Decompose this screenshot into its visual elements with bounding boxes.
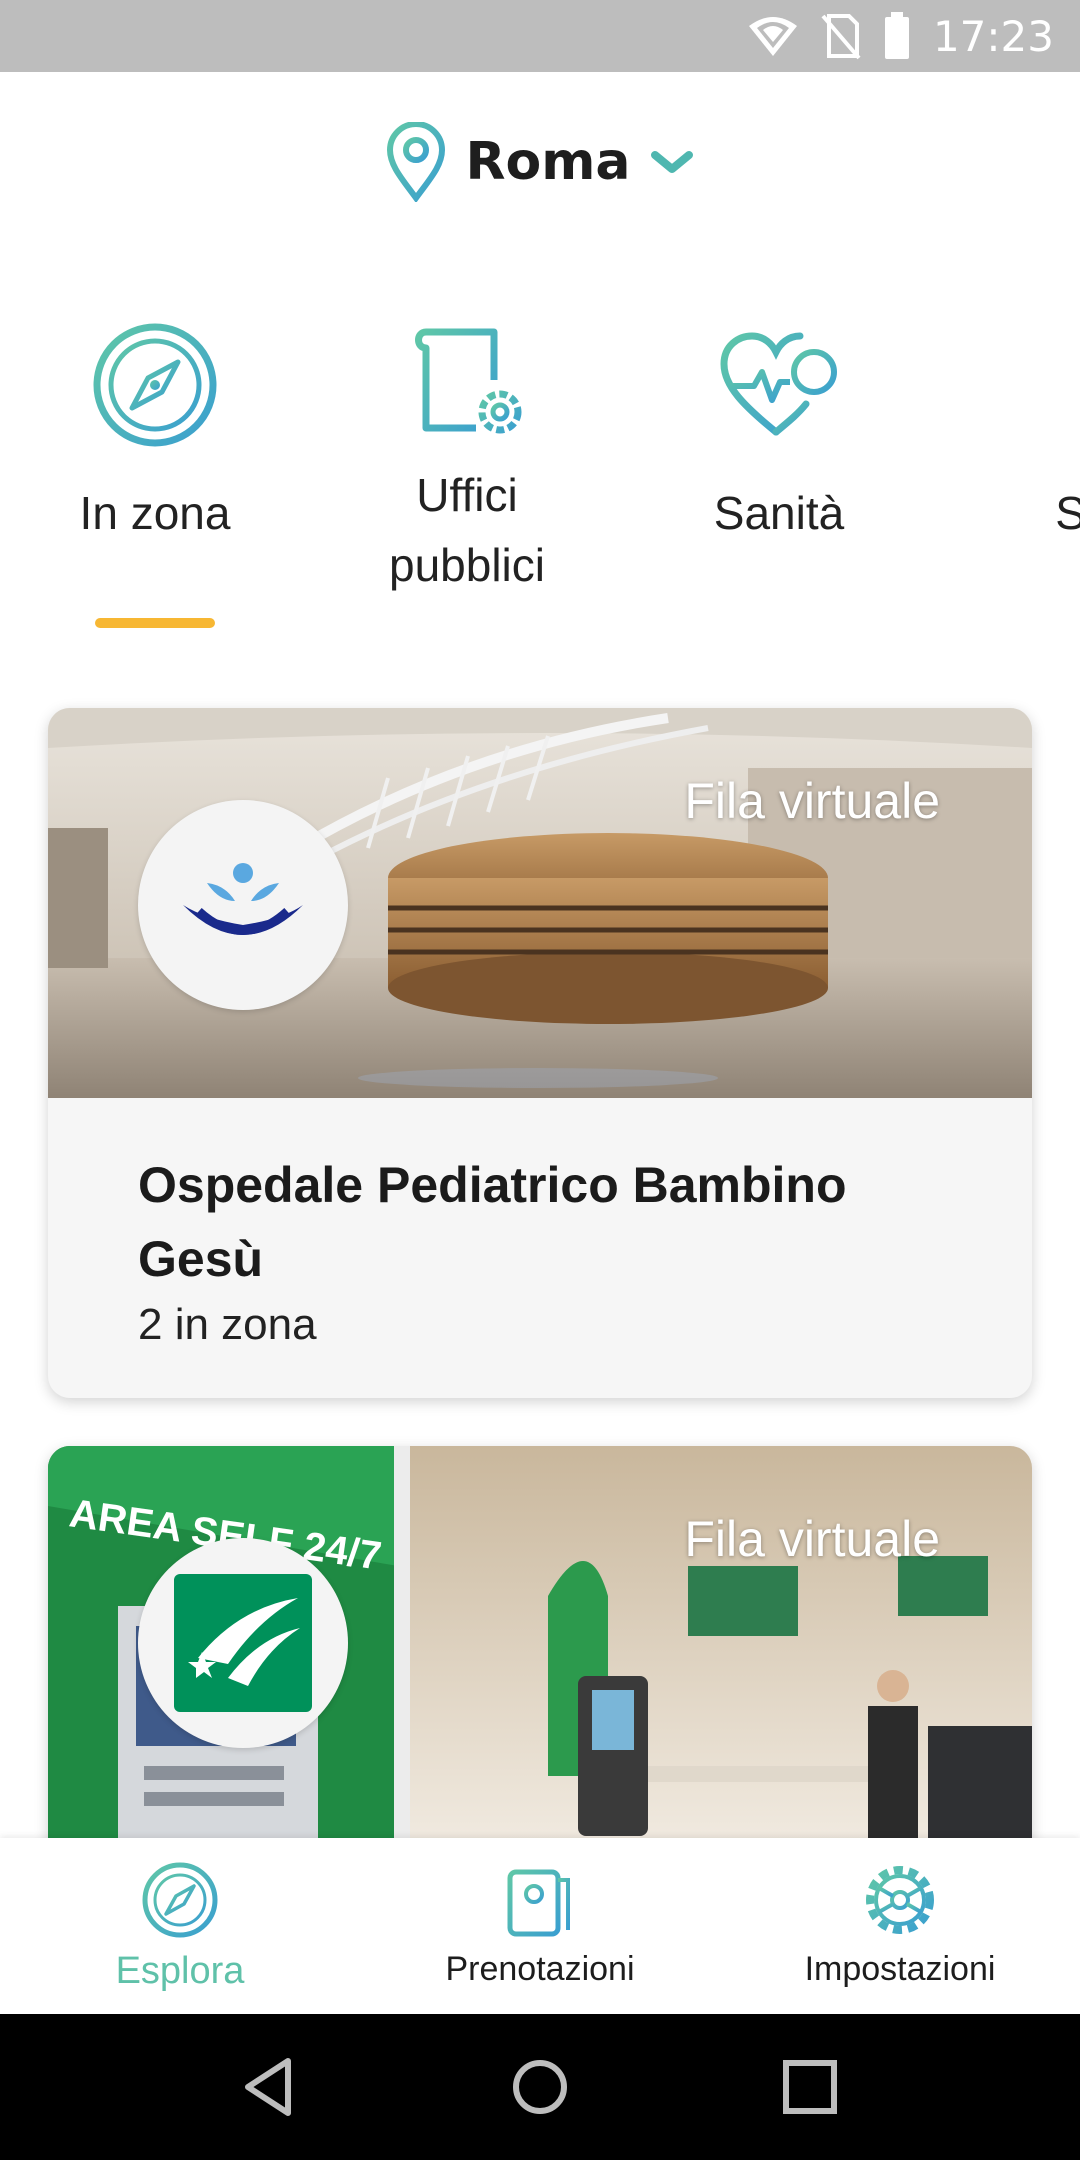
card-body: Ospedale Pediatrico Bambino Gesù 2 in zo…	[48, 1098, 1032, 1390]
nav-item-impostazioni[interactable]: Impostazioni	[750, 1860, 1050, 1989]
recent-apps-icon[interactable]	[770, 2047, 850, 2127]
nav-label: Impostazioni	[804, 1950, 996, 1988]
status-time: 17:23	[932, 11, 1054, 61]
city-name: Roma	[465, 132, 631, 192]
tab-uffici-pubblici[interactable]: Uffici pubblici	[337, 320, 597, 600]
ticket-icon	[507, 1866, 570, 1937]
place-card[interactable]: Fila virtuale Ospedale Pediatrico Bambin…	[48, 708, 1032, 1398]
category-tabs: In zona Uffici pubblici Sanità S	[0, 320, 1080, 640]
tab-label: Ser	[1055, 487, 1080, 539]
gear-icon	[866, 1866, 934, 1934]
tab-label: In zona	[79, 487, 231, 539]
no-sim-icon	[821, 14, 861, 60]
wifi-icon	[748, 17, 797, 56]
active-tab-indicator	[95, 618, 215, 628]
card-image: AREA SELF 24/7 Fila virtuale	[48, 1446, 1032, 1866]
location-selector[interactable]: Roma	[0, 112, 1080, 212]
bnl-logo	[138, 1538, 348, 1748]
services-icon	[1026, 320, 1080, 450]
compass-icon	[142, 1862, 218, 1938]
virtual-queue-badge: Fila virtuale	[684, 773, 940, 829]
nav-item-prenotazioni[interactable]: Prenotazioni	[390, 1860, 690, 1989]
nav-item-esplora[interactable]: Esplora	[30, 1860, 330, 1993]
home-icon[interactable]	[500, 2047, 580, 2127]
status-bar: 17:23	[0, 0, 1080, 72]
system-navigation-bar	[0, 2014, 1080, 2160]
document-gear-icon	[415, 328, 522, 434]
card-image: Fila virtuale	[48, 708, 1032, 1098]
nav-label: Esplora	[115, 1950, 245, 1992]
battery-icon	[884, 12, 909, 59]
bottom-navigation: Esplora Prenotazioni Impostazioni	[0, 1838, 1080, 2014]
tab-sanita[interactable]: Sanità	[649, 320, 909, 548]
place-card[interactable]: AREA SELF 24/7 Fila virtuale	[48, 1446, 1032, 1866]
tab-in-zona[interactable]: In zona	[25, 320, 285, 628]
heart-plus-icon	[720, 332, 837, 436]
virtual-queue-badge: Fila virtuale	[684, 1511, 940, 1567]
tab-label: Sanità	[713, 487, 845, 539]
tab-label: Uffici pubblici	[389, 469, 545, 591]
compass-icon	[93, 323, 217, 447]
back-icon[interactable]	[230, 2047, 310, 2127]
card-subtitle: 2 in zona	[138, 1300, 317, 1349]
status-icons: 17:23	[747, 0, 1054, 72]
location-pin-icon	[387, 122, 446, 202]
nav-label: Prenotazioni	[445, 1950, 635, 1988]
bambino-gesu-logo	[138, 800, 348, 1010]
card-title: Ospedale Pediatrico Bambino Gesù	[138, 1157, 847, 1287]
tab-servizi[interactable]: Ser	[961, 320, 1080, 548]
chevron-down-icon	[650, 151, 693, 173]
